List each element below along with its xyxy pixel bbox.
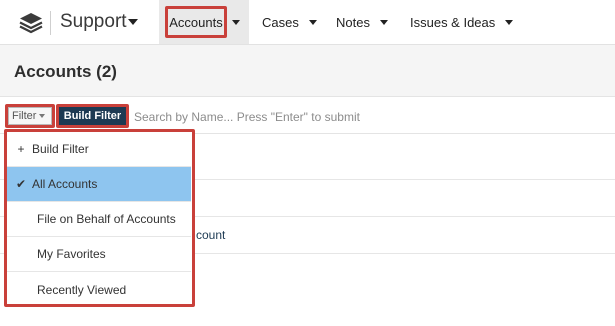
filter-button-label: Filter	[12, 110, 37, 122]
plus-icon: +	[17, 142, 25, 156]
tab-accounts[interactable]: Accounts	[165, 6, 227, 38]
tab-accounts-label: Accounts	[169, 14, 223, 30]
tab-notes[interactable]: Notes	[336, 0, 388, 44]
tab-issues-ideas[interactable]: Issues & Ideas	[410, 0, 514, 44]
menu-item-label: Build Filter	[32, 142, 89, 156]
menu-item-build-filter[interactable]: + Build Filter	[7, 132, 191, 167]
top-navigation-bar: Support Accounts Cases Notes Issues & Id…	[0, 0, 615, 45]
build-filter-button[interactable]: Build Filter	[59, 107, 126, 125]
list-item-name-fragment[interactable]: count	[196, 228, 225, 242]
menu-item-label: Recently Viewed	[37, 282, 127, 297]
tab-accounts-chevron-down-icon[interactable]	[232, 20, 240, 25]
app-switcher-label[interactable]: Support	[60, 11, 127, 33]
tab-notes-chevron-down-icon[interactable]	[379, 19, 388, 25]
page-header: Accounts (2)	[0, 45, 615, 97]
menu-item-all-accounts[interactable]: ✔ All Accounts	[7, 167, 191, 202]
menu-item-label: File on Behalf of Accounts	[37, 212, 176, 226]
tab-cases[interactable]: Cases	[262, 0, 317, 44]
search-input[interactable]	[134, 106, 604, 127]
tab-issues-ideas-label: Issues & Ideas	[410, 14, 496, 30]
menu-item-file-on-behalf-of-accounts[interactable]: File on Behalf of Accounts	[7, 202, 191, 237]
page-title: Accounts (2)	[14, 62, 117, 81]
tab-issues-ideas-chevron-down-icon[interactable]	[505, 19, 514, 25]
build-filter-button-label: Build Filter	[63, 110, 122, 122]
filter-chevron-down-icon	[39, 114, 46, 118]
menu-item-label: My Favorites	[37, 247, 106, 261]
app-switcher-chevron-down-icon[interactable]	[128, 19, 138, 25]
filter-dropdown-button[interactable]: Filter	[8, 107, 52, 125]
menu-item-my-favorites[interactable]: My Favorites	[7, 237, 191, 272]
menu-item-label: All Accounts	[32, 177, 98, 191]
tab-notes-label: Notes	[336, 14, 370, 30]
menu-item-recently-viewed[interactable]: Recently Viewed	[7, 272, 191, 307]
tab-cases-chevron-down-icon[interactable]	[308, 19, 317, 25]
app-separator	[50, 11, 51, 35]
tab-cases-label: Cases	[262, 14, 299, 30]
check-icon: ✔	[16, 177, 27, 191]
stack-logo-icon[interactable]	[18, 12, 44, 34]
